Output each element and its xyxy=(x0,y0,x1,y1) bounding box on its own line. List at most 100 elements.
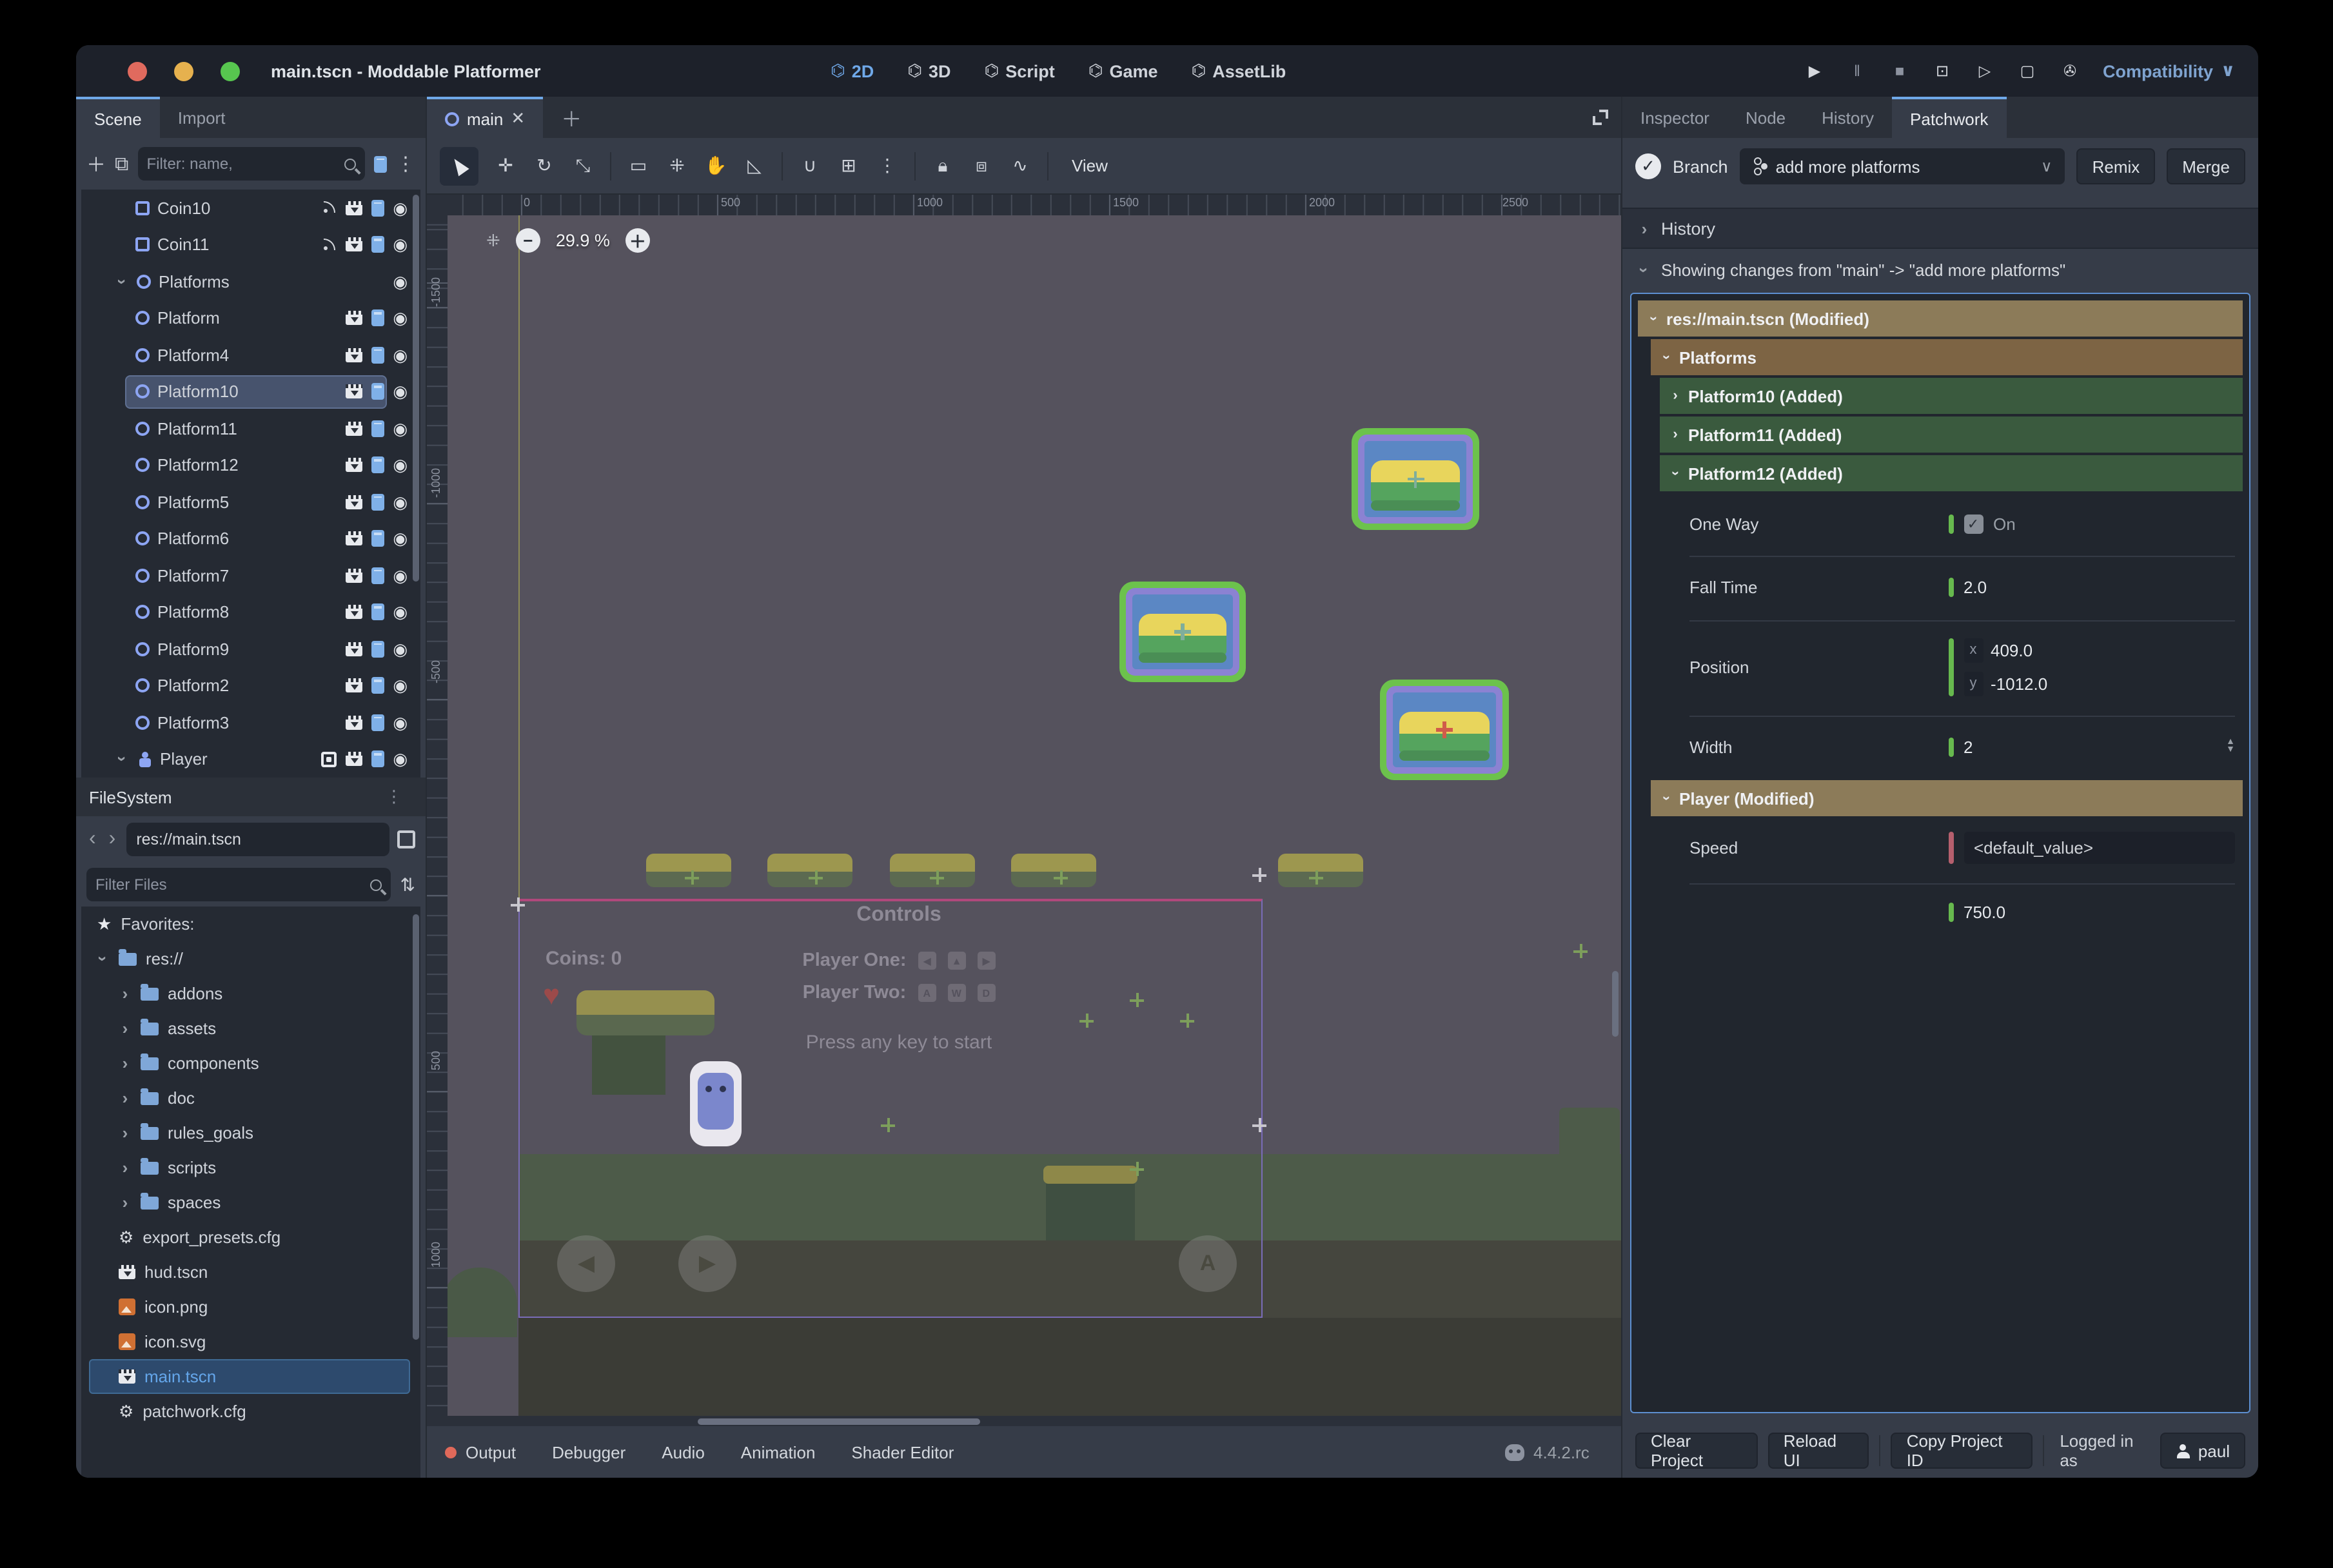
main-screen-tab[interactable]: ⌬ AssetLib xyxy=(1192,61,1286,81)
scale-tool-button[interactable]: ⤡ xyxy=(571,155,595,177)
showing-changes-section[interactable]: › Showing changes from "main" -> "add mo… xyxy=(1622,249,2258,290)
clear-project-button[interactable]: Clear Project xyxy=(1635,1433,1758,1469)
visibility-icon[interactable]: ◉ xyxy=(393,200,408,217)
filesystem-tree-row[interactable]: › components xyxy=(81,1046,420,1081)
script-icon[interactable] xyxy=(371,714,384,731)
script-icon[interactable] xyxy=(371,384,384,400)
bottom-panel-button[interactable]: Audio xyxy=(662,1442,705,1462)
play-custom-scene-button[interactable]: ▢ xyxy=(2017,62,2038,80)
main-screen-tab[interactable]: ⌬ 3D xyxy=(907,61,950,81)
animation-icon[interactable] xyxy=(345,642,362,656)
sort-files-icon[interactable]: ⇅ xyxy=(400,874,415,896)
merge-button[interactable]: Merge xyxy=(2167,148,2245,184)
visibility-icon[interactable]: ◉ xyxy=(393,420,408,437)
group-icon[interactable] xyxy=(320,752,336,767)
inspector-dock-tab[interactable]: Patchwork xyxy=(1892,97,2006,138)
filesystem-tree-row[interactable]: main.tscn xyxy=(81,1359,420,1394)
visibility-icon[interactable]: ◉ xyxy=(393,714,408,731)
filesystem-menu-button[interactable]: ⋮ xyxy=(375,787,413,807)
scene-tree-row[interactable]: Platform7 ◉ xyxy=(81,557,420,594)
scene-tree-row[interactable]: Platform8 ◉ xyxy=(81,594,420,631)
scene-tree-row[interactable]: › Platforms ◉ xyxy=(81,263,420,300)
chevron-down-icon[interactable]: › xyxy=(94,952,113,965)
script-icon[interactable] xyxy=(371,310,384,327)
nav-forward-button[interactable]: › xyxy=(106,828,119,851)
scene-dock-tab[interactable]: Import xyxy=(160,97,244,138)
visibility-icon[interactable]: ◉ xyxy=(393,273,408,290)
inspector-dock-tab[interactable]: Node xyxy=(1728,97,1804,138)
filesystem-tree-row[interactable]: › assets xyxy=(81,1011,420,1046)
maximize-window-button[interactable] xyxy=(221,61,240,81)
bottom-panel-button[interactable]: Debugger xyxy=(552,1442,625,1462)
script-icon[interactable] xyxy=(371,751,384,768)
chevron-right-icon[interactable]: › xyxy=(119,1158,132,1177)
added-node-row[interactable]: › Platform10 (Added) xyxy=(1660,378,2243,414)
script-icon[interactable] xyxy=(371,604,384,621)
2d-canvas[interactable]: Coins: 0 ♥ Controls Player One: ◀ ▲ ▶ xyxy=(448,215,1621,1416)
scene-tree-row[interactable]: Platform4 ◉ xyxy=(81,337,420,373)
skeleton-options-button[interactable]: ∿ xyxy=(1009,155,1032,177)
filesystem-tree-row[interactable]: ⚙ patchwork.cfg xyxy=(81,1394,420,1429)
main-screen-tab[interactable]: ⌬ Script xyxy=(985,61,1055,81)
visibility-icon[interactable]: ◉ xyxy=(393,531,408,547)
filesystem-tree-row[interactable]: › res:// xyxy=(81,941,420,976)
copy-project-id-button[interactable]: Copy Project ID xyxy=(1891,1433,2033,1469)
visibility-icon[interactable]: ◉ xyxy=(393,237,408,253)
animation-icon[interactable] xyxy=(345,422,362,436)
filesystem-tree-row[interactable]: › addons xyxy=(81,976,420,1011)
zoom-in-button[interactable]: ＋ xyxy=(625,228,650,253)
animation-icon[interactable] xyxy=(345,458,362,473)
visibility-icon[interactable]: ◉ xyxy=(393,457,408,474)
visibility-icon[interactable]: ◉ xyxy=(393,678,408,694)
scene-tree-row[interactable]: Platform11 ◉ xyxy=(81,410,420,447)
added-node-row[interactable]: › Platform11 (Added) xyxy=(1660,416,2243,453)
scene-filter-input[interactable] xyxy=(146,155,339,173)
signal-icon[interactable] xyxy=(320,201,336,216)
new-scene-tab-button[interactable]: ＋ xyxy=(543,97,600,138)
selected-platform-11[interactable] xyxy=(1119,582,1246,682)
script-icon[interactable] xyxy=(371,494,384,511)
animation-icon[interactable] xyxy=(345,716,362,730)
checkbox-checked-icon[interactable]: ✓ xyxy=(1964,514,1983,533)
animation-icon[interactable] xyxy=(345,495,362,509)
filesystem-tree-row[interactable]: icon.svg xyxy=(81,1324,420,1359)
chevron-right-icon[interactable]: › xyxy=(119,1054,132,1073)
zoom-out-button[interactable]: − xyxy=(516,228,540,253)
modified-node-row[interactable]: › Player (Modified) xyxy=(1651,780,2243,816)
visibility-icon[interactable]: ◉ xyxy=(393,384,408,400)
script-icon[interactable] xyxy=(371,567,384,584)
rotate-tool-button[interactable]: ↻ xyxy=(533,155,556,177)
script-icon[interactable] xyxy=(371,531,384,547)
canvas-horizontal-scrollbar[interactable] xyxy=(427,1416,1621,1426)
animation-icon[interactable] xyxy=(345,605,362,620)
scene-tree-row[interactable]: Platform12 ◉ xyxy=(81,447,420,484)
center-view-icon[interactable]: ⁜ xyxy=(486,230,500,251)
script-icon[interactable] xyxy=(371,420,384,437)
expand-viewport-icon[interactable] xyxy=(1593,110,1608,125)
filesystem-tree-row[interactable]: › spaces xyxy=(81,1185,420,1220)
added-node-row-expanded[interactable]: › Platform12 (Added) xyxy=(1660,455,2243,491)
filesystem-tree-row[interactable]: › doc xyxy=(81,1081,420,1115)
filesystem-tree-row[interactable]: › scripts xyxy=(81,1150,420,1185)
play-scene-button[interactable]: ▷ xyxy=(1974,62,1995,80)
position-x-value[interactable]: 409.0 xyxy=(1991,640,2033,660)
scene-tree-row[interactable]: Platform2 ◉ xyxy=(81,667,420,704)
movie-maker-button[interactable]: ✇ xyxy=(2060,62,2080,80)
scene-tree-row[interactable]: Coin10 ◉ xyxy=(81,190,420,226)
canvas-vertical-scrollbar[interactable] xyxy=(1612,971,1619,1037)
scene-tree-row[interactable]: Coin11 ◉ xyxy=(81,226,420,263)
filesystem-tree-row[interactable]: › rules_goals xyxy=(81,1115,420,1150)
stop-button[interactable]: ■ xyxy=(1889,62,1910,80)
scene-tree-row[interactable]: › Player ◉ xyxy=(81,741,420,778)
script-icon[interactable] xyxy=(371,678,384,694)
close-scene-icon[interactable]: ✕ xyxy=(511,108,525,129)
changed-file-row[interactable]: › res://main.tscn (Modified) xyxy=(1638,300,2243,337)
main-screen-tab[interactable]: ⌬ 2D xyxy=(831,61,874,81)
animation-icon[interactable] xyxy=(345,348,362,362)
visibility-icon[interactable]: ◉ xyxy=(393,494,408,511)
scene-tree-row[interactable]: Platform3 ◉ xyxy=(81,704,420,741)
scene-tree-row[interactable]: Platform5 ◉ xyxy=(81,484,420,520)
visibility-icon[interactable]: ◉ xyxy=(393,641,408,658)
inspector-dock-tab[interactable]: Inspector xyxy=(1622,97,1728,138)
select-tool-button[interactable] xyxy=(440,146,478,185)
